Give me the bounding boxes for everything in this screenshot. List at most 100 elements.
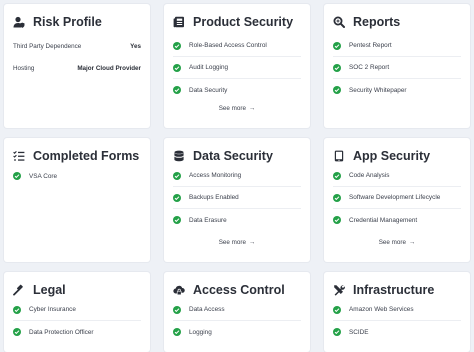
item-label: Access Monitoring (189, 172, 242, 179)
item-label: Amazon Web Services (349, 306, 414, 313)
check-icon (173, 216, 181, 224)
database-icon (173, 150, 185, 162)
card-header: Product Security (173, 13, 293, 31)
legal-card: Legal Cyber Insurance Data Protection Of… (4, 272, 150, 352)
arrow-right-icon: → (249, 105, 256, 112)
item-label: Software Development Lifecycle (349, 194, 441, 201)
risk-profile-card: Risk Profile Third Party Dependence Yes … (4, 4, 150, 128)
check-icon (333, 305, 341, 314)
user-shield-icon (13, 16, 25, 28)
list-item[interactable]: Cyber Insurance (13, 299, 141, 321)
item-label: Security Whitepaper (349, 86, 407, 94)
check-icon (173, 328, 181, 336)
item-label: Credential Management (349, 216, 418, 224)
card-title: Data Security (193, 149, 273, 163)
check-icon (333, 41, 341, 50)
arrow-right-icon: → (249, 239, 256, 246)
tools-icon (333, 284, 345, 296)
gavel-icon (13, 284, 25, 296)
card-title: Product Security (193, 15, 294, 29)
item-label: Backups Enabled (189, 194, 239, 201)
infrastructure-card: Infrastructure Amazon Web Services SCIDE (324, 272, 470, 352)
check-icon (333, 63, 341, 72)
see-more-link[interactable]: See more → (164, 105, 310, 112)
data-security-card: Data Security Access Monitoring Backups … (164, 138, 310, 262)
list-item[interactable]: Logging (173, 321, 301, 343)
item-label: Role-Based Access Control (189, 42, 267, 49)
check-icon (13, 328, 21, 336)
check-icon (13, 172, 21, 180)
check-icon (333, 171, 341, 180)
card-header: Access Control (173, 281, 285, 299)
list-item[interactable]: VSA Core (13, 165, 141, 187)
list-item[interactable]: Data Protection Officer (13, 321, 141, 343)
card-title: Legal (33, 283, 66, 297)
document-icon (173, 16, 185, 28)
item-label: Data Erasure (189, 216, 227, 224)
see-more-link[interactable]: See more → (324, 239, 470, 246)
card-header: Risk Profile (13, 13, 102, 31)
see-more-label: See more (218, 105, 246, 112)
risk-row-value: Yes (130, 42, 141, 50)
check-icon (333, 86, 341, 94)
card-header: Legal (13, 281, 66, 299)
check-icon (333, 216, 341, 224)
arrow-right-icon: → (409, 239, 416, 246)
item-label: Data Security (189, 86, 228, 94)
list-item[interactable]: Data Access (173, 299, 301, 321)
list-item[interactable]: SCIDE (333, 321, 461, 343)
check-icon (173, 171, 181, 180)
list-item[interactable]: Code Analysis (333, 165, 461, 187)
item-label: Code Analysis (349, 172, 390, 179)
see-more-link[interactable]: See more → (164, 239, 310, 246)
magnifier-icon (333, 16, 345, 28)
list-item[interactable]: Data Security (173, 79, 301, 101)
access-control-card: Access Control Data Access Logging (164, 272, 310, 352)
card-header: Reports (333, 13, 400, 31)
card-header: Completed Forms (13, 147, 139, 165)
cloud-lock-icon (173, 284, 185, 296)
product-security-card: Product Security Role-Based Access Contr… (164, 4, 310, 128)
list-item[interactable]: Amazon Web Services (333, 299, 461, 321)
risk-row-label: Hosting (13, 64, 35, 72)
item-label: Cyber Insurance (29, 306, 76, 313)
check-icon (173, 41, 181, 50)
check-icon (13, 305, 21, 314)
see-more-label: See more (378, 239, 406, 246)
card-title: Reports (353, 15, 401, 29)
risk-row-third-party: Third Party Dependence Yes (13, 38, 141, 54)
card-title: App Security (353, 149, 431, 163)
item-label: Logging (189, 328, 212, 336)
item-label: Data Protection Officer (29, 328, 94, 336)
check-icon (173, 305, 181, 314)
check-icon (173, 86, 181, 94)
card-title: Access Control (193, 283, 285, 297)
item-label: VSA Core (29, 172, 58, 180)
list-item[interactable]: Role-Based Access Control (173, 35, 301, 57)
check-icon (173, 193, 181, 202)
item-label: SCIDE (349, 328, 369, 336)
checklist-icon (13, 150, 25, 162)
risk-row-hosting: Hosting Major Cloud Provider (13, 60, 141, 76)
check-icon (333, 328, 341, 336)
list-item[interactable]: Access Monitoring (173, 165, 301, 187)
list-item[interactable]: Security Whitepaper (333, 79, 461, 101)
list-item[interactable]: Audit Logging (173, 57, 301, 79)
list-item[interactable]: Software Development Lifecycle (333, 187, 461, 209)
completed-forms-card: Completed Forms VSA Core (4, 138, 150, 262)
list-item[interactable]: SOC 2 Report (333, 57, 461, 79)
see-more-label: See more (218, 239, 246, 246)
item-label: Data Access (189, 306, 225, 313)
card-header: Infrastructure (333, 281, 434, 299)
list-item[interactable]: Credential Management (333, 209, 461, 231)
list-item[interactable]: Pentest Report (333, 35, 461, 57)
card-title: Completed Forms (33, 149, 140, 163)
card-header: Data Security (173, 147, 273, 165)
item-label: Audit Logging (189, 64, 229, 71)
list-item[interactable]: Data Erasure (173, 209, 301, 231)
check-icon (333, 193, 341, 202)
item-label: SOC 2 Report (349, 64, 390, 71)
list-item[interactable]: Backups Enabled (173, 187, 301, 209)
card-title: Risk Profile (33, 15, 102, 29)
card-title: Infrastructure (353, 283, 435, 297)
